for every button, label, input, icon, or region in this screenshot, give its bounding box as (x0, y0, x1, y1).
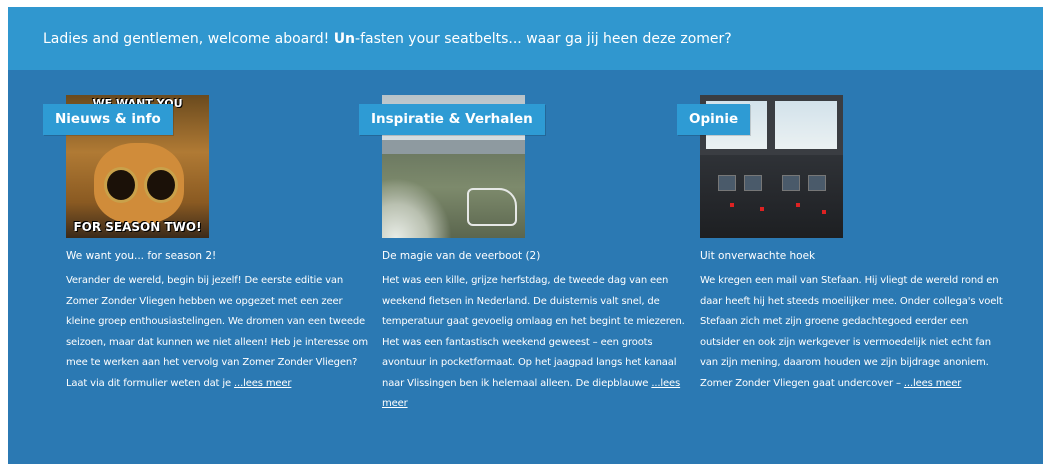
read-more-link[interactable]: ...lees meer (904, 378, 962, 389)
article-excerpt-text: We kregen een mail van Stefaan. Hij vlie… (700, 275, 1003, 389)
article-excerpt: Het was een kille, grijze herfstdag, de … (382, 271, 687, 415)
cat-eye-right (144, 167, 178, 203)
welcome-text-end: -fasten your seatbelts... waar ga jij he… (355, 30, 732, 47)
cat-eye-left (104, 167, 138, 203)
article-excerpt: We kregen een mail van Stefaan. Hij vlie… (700, 271, 1005, 394)
article-excerpt: Verander de wereld, begin bij jezelf! De… (66, 271, 371, 394)
category-tag-inspiratie[interactable]: Inspiratie & Verhalen (359, 104, 545, 135)
category-tag-nieuws[interactable]: Nieuws & info (43, 104, 173, 135)
article-text: Uit onverwachte hoek We kregen een mail … (700, 250, 1005, 394)
article-columns: WE WANT YOU FOR SEASON TWO! Nieuws & inf… (8, 70, 1043, 464)
article-text: We want you... for season 2! Verander de… (66, 250, 371, 394)
article-title[interactable]: De magie van de veerboot (2) (382, 250, 687, 262)
welcome-text: Ladies and gentlemen, welcome aboard! Un… (43, 31, 732, 47)
category-tag-opinie[interactable]: Opinie (677, 104, 751, 135)
featured-section: Ladies and gentlemen, welcome aboard! Un… (8, 7, 1043, 464)
welcome-text-start: Ladies and gentlemen, welcome aboard! (43, 30, 330, 47)
article-excerpt-text: Verander de wereld, begin bij jezelf! De… (66, 275, 368, 389)
article-text: De magie van de veerboot (2) Het was een… (382, 250, 687, 415)
welcome-banner: Ladies and gentlemen, welcome aboard! Un… (8, 7, 1043, 70)
article-title[interactable]: We want you... for season 2! (66, 250, 371, 262)
welcome-text-bold: Un (333, 30, 356, 47)
read-more-link[interactable]: ...lees meer (234, 378, 292, 389)
meme-caption-bottom: FOR SEASON TWO! (73, 220, 202, 234)
ferry-railing-graphic (467, 188, 517, 226)
article-excerpt-text: Het was een kille, grijze herfstdag, de … (382, 275, 685, 389)
article-title[interactable]: Uit onverwachte hoek (700, 250, 1005, 262)
